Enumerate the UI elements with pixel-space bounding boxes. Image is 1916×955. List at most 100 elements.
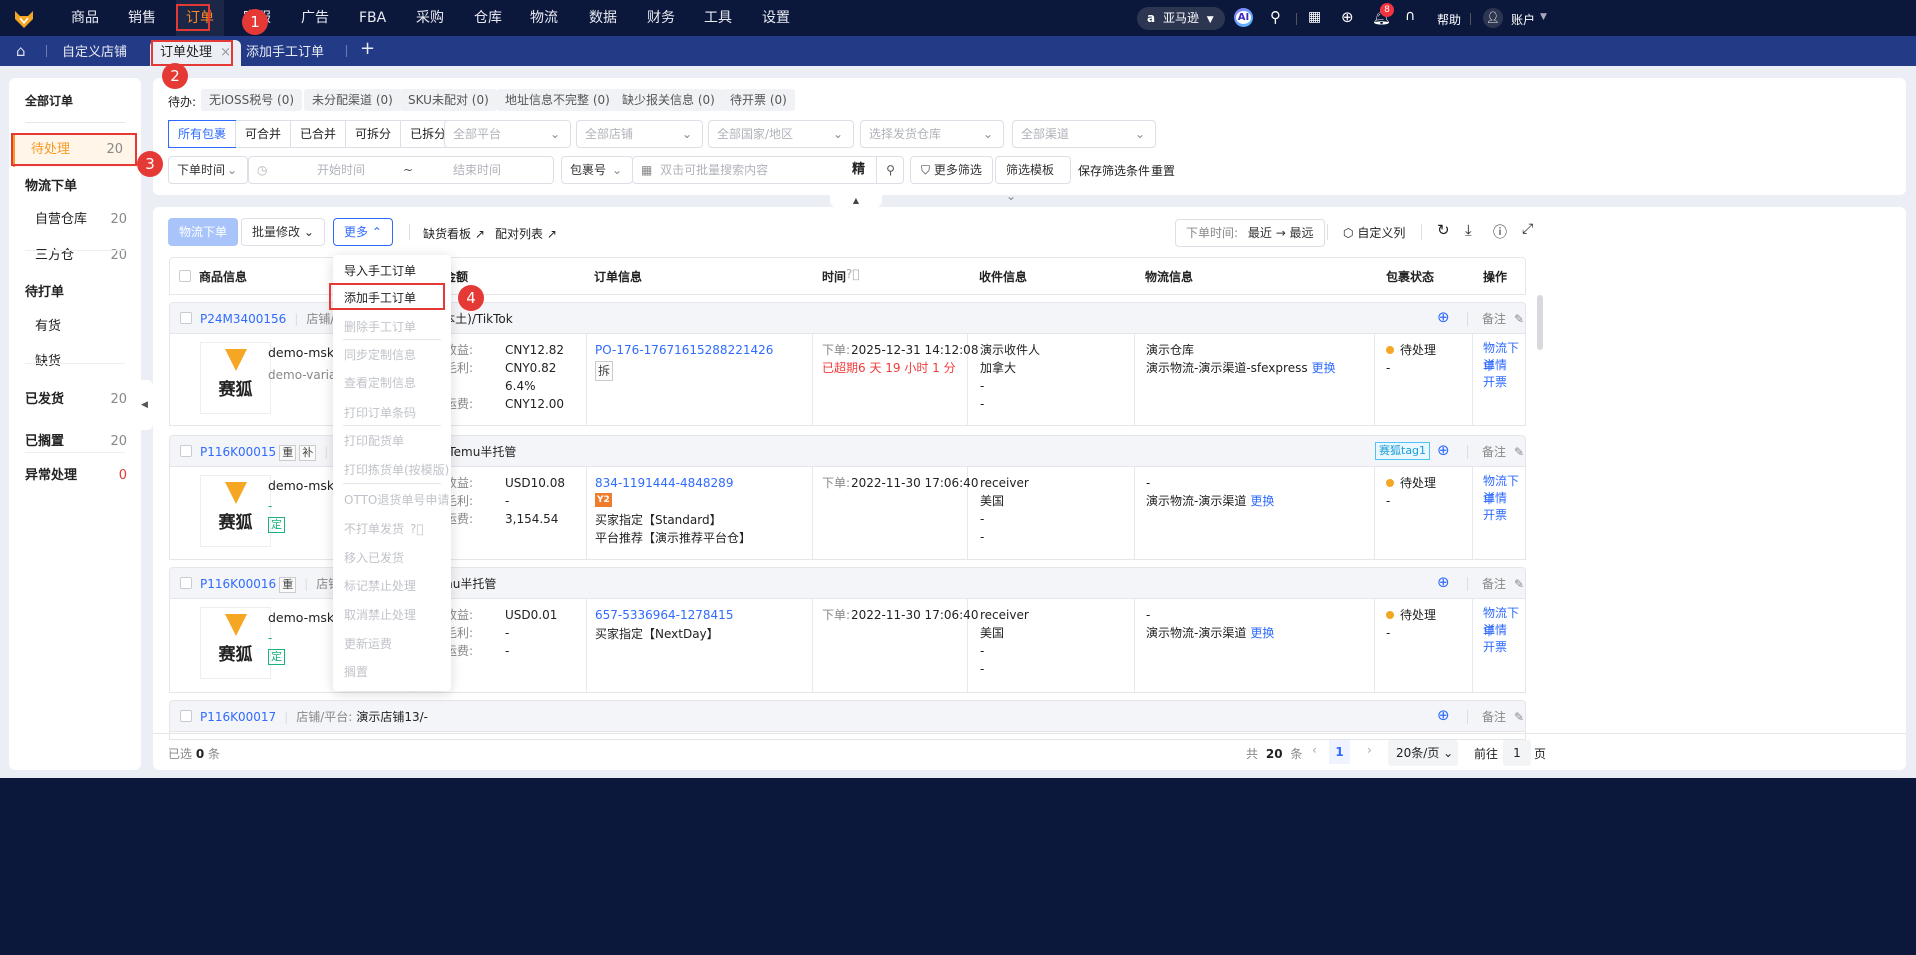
menu-item[interactable]: 标记禁止处理 (344, 576, 416, 596)
prev-page-button[interactable]: ‹ (1312, 743, 1317, 757)
reset-link[interactable]: 重置 (1151, 162, 1175, 179)
sidebar-item[interactable]: 已搁置 20 (9, 425, 141, 459)
row-action-link[interactable]: 开票 (1483, 638, 1507, 656)
tab-custom-shop[interactable]: 自定义店铺 (62, 40, 127, 66)
ship-button[interactable]: 物流下单 (168, 218, 239, 246)
note-button[interactable]: 备注 ✎ (1482, 575, 1524, 592)
nav-item[interactable]: 商品 (71, 0, 99, 36)
filter-select[interactable]: 全部国家/地区 ⌄ (708, 120, 854, 148)
filter-select[interactable]: 全部渠道 ⌄ (1012, 120, 1156, 148)
vertical-scrollbar[interactable] (1537, 295, 1543, 350)
search-input[interactable]: ▦ 双击可批量搜索内容 精 ⚲ (632, 156, 904, 184)
date-range-picker[interactable]: ◷ 开始时间 ~ 结束时间 (248, 156, 554, 184)
help-circle-icon[interactable]: ⓘ (1493, 222, 1507, 242)
nav-item[interactable]: 仓库 (474, 0, 502, 36)
avatar[interactable]: 👤︎ (1483, 8, 1503, 28)
row-action-link[interactable]: 详情 (1483, 356, 1507, 374)
fullscreen-icon[interactable]: ⤢ (1522, 221, 1533, 237)
collapse-filter-toggle[interactable]: ▲ (830, 195, 882, 207)
change-channel-link[interactable]: 更换 (1312, 361, 1336, 375)
nav-item[interactable]: 广告 (301, 0, 329, 36)
menu-item[interactable]: 搁置 (344, 662, 368, 682)
menu-item[interactable]: OTTO退货单号申请 (344, 490, 449, 510)
package-id-link[interactable]: P116K00015 (200, 445, 276, 459)
row-checkbox[interactable] (180, 312, 192, 324)
order-number-link[interactable]: 657-5336964-1278415 (595, 606, 733, 624)
stockout-board-link[interactable]: 缺货看板 ↗ (423, 225, 485, 242)
menu-item[interactable]: 打印配货单 (344, 431, 404, 451)
add-circle-icon[interactable]: ⊕ (1437, 308, 1450, 326)
more-filters-button[interactable]: ⛉ 更多筛选 (910, 156, 993, 184)
todo-chip[interactable]: 缺少报关信息 (0) (614, 89, 723, 111)
package-tab[interactable]: 所有包裹 (167, 120, 237, 148)
package-id-link[interactable]: P116K00017 (200, 710, 276, 724)
todo-chip[interactable]: 地址信息不完整 (0) (497, 89, 618, 111)
package-id-link[interactable]: P24M3400156 (200, 312, 286, 326)
search-type-select[interactable]: 包裹号 ⌄ (561, 156, 633, 184)
menu-item[interactable]: 同步定制信息 (344, 345, 416, 365)
goto-page-input[interactable]: 1 (1503, 740, 1531, 766)
row-action-link[interactable]: 详情 (1483, 489, 1507, 507)
row-checkbox[interactable] (180, 445, 192, 457)
page-size-select[interactable]: 20条/页 ⌄ (1388, 740, 1458, 766)
add-circle-icon[interactable]: ⊕ (1437, 441, 1450, 459)
apps-grid-icon[interactable]: ▦ (1308, 9, 1321, 25)
package-id-link[interactable]: P116K00016 (200, 577, 276, 591)
note-button[interactable]: 备注 ✎ (1482, 443, 1524, 460)
precise-toggle[interactable]: 精 (852, 157, 865, 183)
nav-item[interactable]: 物流 (530, 0, 558, 36)
menu-item[interactable]: 不打单发货 ?⃝ (344, 519, 424, 539)
save-filter-link[interactable]: 保存筛选条件 (1078, 162, 1150, 179)
menu-item[interactable]: 打印订单条码 (344, 403, 416, 423)
filter-select[interactable]: 选择发货仓库 ⌄ (860, 120, 1004, 148)
filter-template-select[interactable]: 筛选模板 ⌄ (995, 156, 1071, 203)
add-tab-icon[interactable]: + (360, 38, 375, 59)
add-circle-icon[interactable]: ⊕ (1437, 706, 1450, 724)
time-type-select[interactable]: 下单时间 ⌄ (168, 156, 248, 184)
sidebar-item[interactable]: 已发货 20 (9, 383, 141, 417)
question-icon[interactable]: ?⃝ (846, 267, 860, 281)
export-download-icon[interactable]: ⤓ (1465, 221, 1472, 239)
nav-item[interactable]: 销售 (128, 0, 156, 36)
next-page-button[interactable]: › (1367, 743, 1372, 757)
account-menu[interactable]: 账户 (1511, 11, 1535, 28)
more-button[interactable]: 更多 ⌃ (333, 218, 393, 246)
start-time-input[interactable]: 开始时间 (317, 157, 365, 183)
refresh-icon[interactable]: ↻ (1437, 221, 1450, 239)
tab-add-manual-order[interactable]: 添加手工订单 (246, 40, 324, 66)
sidebar-item[interactable]: 有货 (9, 310, 141, 344)
select-all-checkbox[interactable] (179, 270, 191, 282)
todo-chip[interactable]: SKU未配对 (0) (400, 89, 497, 111)
pair-list-link[interactable]: 配对列表 ↗ (495, 225, 557, 242)
row-action-link[interactable]: 开票 (1483, 373, 1507, 391)
sidebar-item[interactable]: 异常处理 0 (9, 459, 141, 493)
add-circle-icon[interactable]: ⊕ (1437, 573, 1450, 591)
sidebar-collapse-handle[interactable]: ◀ (141, 380, 153, 430)
todo-chip[interactable]: 未分配渠道 (0) (304, 89, 401, 111)
nav-item[interactable]: 采购 (416, 0, 444, 36)
sidebar-item[interactable]: 待打单 (9, 276, 141, 310)
change-channel-link[interactable]: 更换 (1250, 626, 1274, 640)
row-checkbox[interactable] (180, 577, 192, 589)
app-logo[interactable] (14, 9, 34, 29)
menu-item[interactable]: 移入已发货 (344, 548, 404, 568)
menu-item[interactable]: 更新运费 (344, 634, 392, 654)
package-tab[interactable]: 已合并 (290, 121, 345, 147)
sort-order-button[interactable]: 下单时间: 最近 → 最远 (1175, 219, 1325, 247)
menu-item[interactable]: 导入手工订单 (344, 261, 416, 281)
end-time-input[interactable]: 结束时间 (453, 157, 501, 183)
download-circle-icon[interactable]: ⊕ (1341, 8, 1354, 26)
sidebar-item[interactable]: 三方仓 20 (9, 239, 141, 273)
sidebar-item[interactable]: 自营仓库 20 (9, 203, 141, 237)
row-action-link[interactable]: 详情 (1483, 621, 1507, 639)
change-channel-link[interactable]: 更换 (1250, 494, 1274, 508)
nav-item[interactable]: 数据 (589, 0, 617, 36)
order-number-link[interactable]: 834-1191444-4848289 (595, 474, 733, 492)
menu-item[interactable]: 查看定制信息 (344, 373, 416, 393)
nav-item[interactable]: 设置 (762, 0, 790, 36)
package-tab[interactable]: 可拆分 (345, 121, 400, 147)
batch-edit-button[interactable]: 批量修改 ⌄ (241, 218, 325, 246)
sidebar-item[interactable]: 缺货 (9, 345, 141, 379)
todo-chip[interactable]: 无IOSS税号 (0) (201, 89, 303, 111)
row-checkbox[interactable] (180, 710, 192, 722)
